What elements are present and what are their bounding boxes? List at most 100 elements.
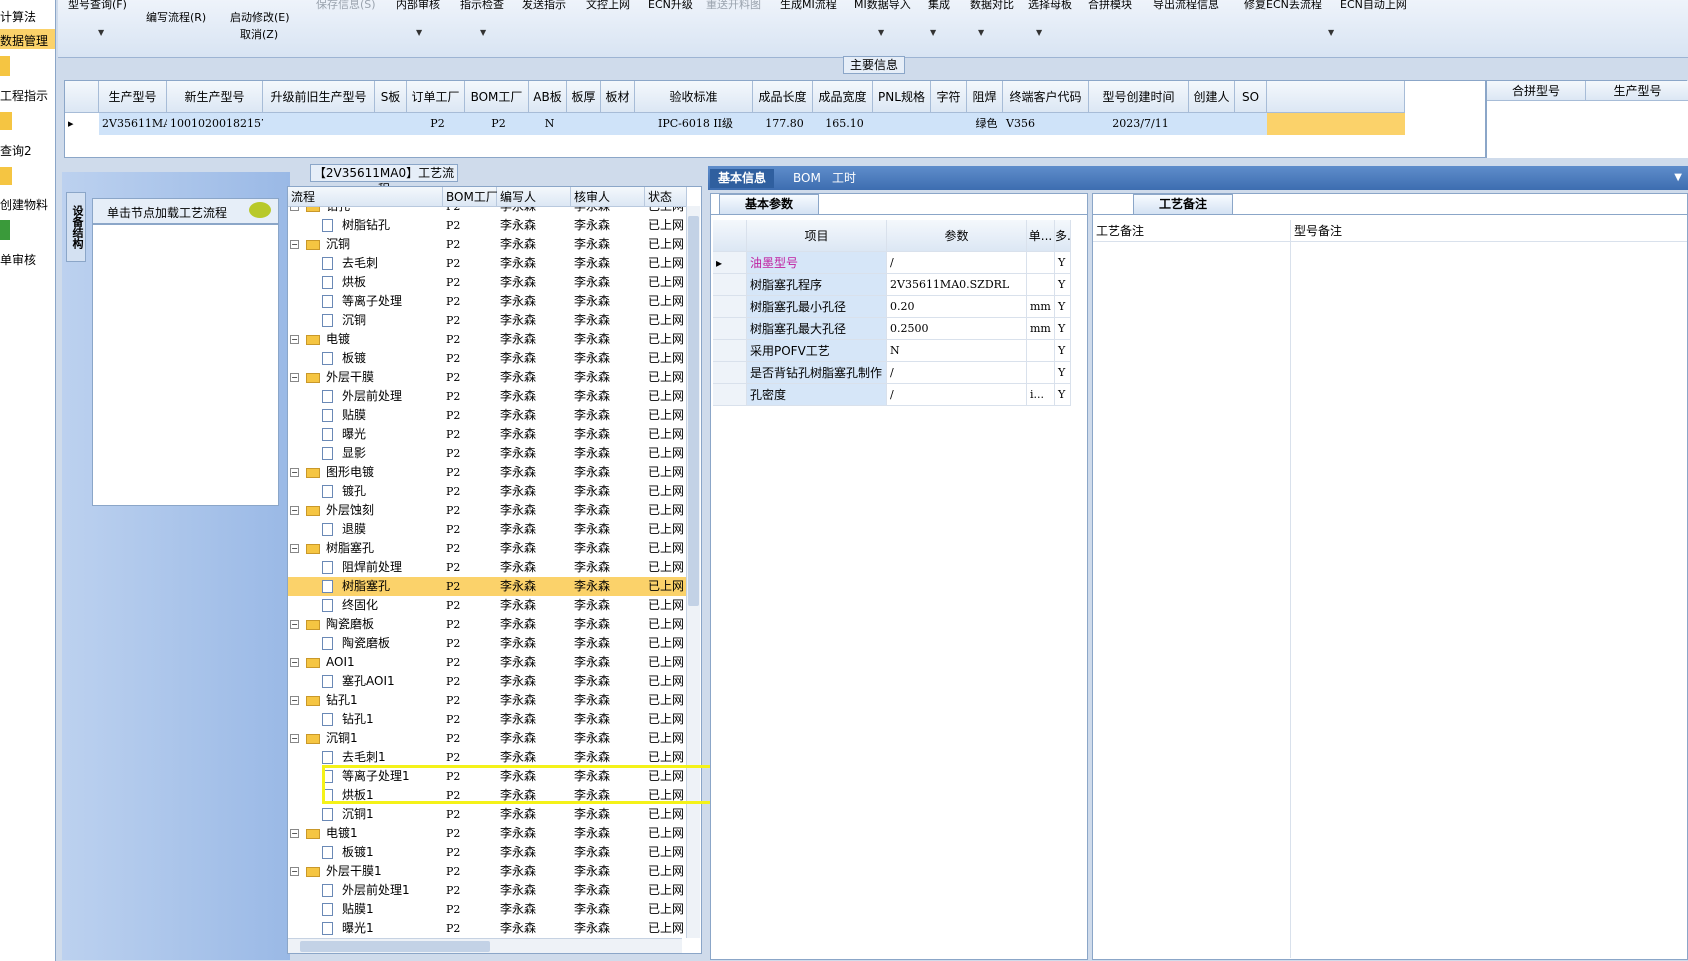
tree-row[interactable]: 贴膜1 P2 李永森 李永森 已上网: [288, 900, 688, 919]
tab-work-hours[interactable]: 工时: [824, 169, 864, 188]
param-value[interactable]: /: [887, 362, 1027, 384]
tree-row[interactable]: − 陶瓷磨板 P2 李永森 李永森 已上网: [288, 615, 688, 634]
param-value[interactable]: N: [887, 340, 1027, 362]
tree-row[interactable]: 外层前处理1 P2 李永森 李永森 已上网: [288, 881, 688, 900]
chevron-down-icon[interactable]: ▼: [1674, 172, 1682, 183]
tree-row[interactable]: 终固化 P2 李永森 李永森 已上网: [288, 596, 688, 615]
chevron-down-icon[interactable]: ▼: [1328, 28, 1334, 37]
table-cell[interactable]: 2023/7/11: [1089, 113, 1189, 135]
table-cell[interactable]: [263, 113, 375, 135]
tree-vertical-scrollbar[interactable]: [686, 206, 700, 938]
tree-row[interactable]: 板镀 P2 李永森 李永森 已上网: [288, 349, 688, 368]
tree-row[interactable]: − 沉铜1 P2 李永森 李永森 已上网: [288, 729, 688, 748]
col-header[interactable]: S板: [375, 81, 407, 113]
tree-row[interactable]: 去毛刺 P2 李永森 李永森 已上网: [288, 254, 688, 273]
tree-row[interactable]: 镀孔 P2 李永森 李永森 已上网: [288, 482, 688, 501]
tree-row[interactable]: 陶瓷磨板 P2 李永森 李永森 已上网: [288, 634, 688, 653]
table-cell[interactable]: P2: [465, 113, 529, 135]
ecn-auto-online-button[interactable]: ECN自动上网: [1340, 0, 1407, 12]
expand-toggle-icon[interactable]: −: [290, 463, 299, 482]
table-cell[interactable]: N: [529, 113, 567, 135]
param-value[interactable]: /: [887, 384, 1027, 406]
col-header[interactable]: 板厚: [567, 81, 601, 113]
table-cell[interactable]: 2V35611MA0: [99, 113, 167, 135]
tree-row[interactable]: − 图形电镀 P2 李永森 李永森 已上网: [288, 463, 688, 482]
start-edit-button[interactable]: 启动修改(E): [230, 9, 290, 25]
tree-row[interactable]: − 钻孔1 P2 李永森 李永森 已上网: [288, 691, 688, 710]
tree-row[interactable]: 沉铜1 P2 李永森 李永森 已上网: [288, 805, 688, 824]
col-header[interactable]: AB板: [529, 81, 567, 113]
expand-toggle-icon[interactable]: −: [290, 368, 299, 387]
table-cell[interactable]: [931, 113, 967, 135]
tree-row[interactable]: 曝光 P2 李永森 李永森 已上网: [288, 425, 688, 444]
col-header[interactable]: 合拼型号: [1487, 81, 1586, 101]
model-remark-textarea[interactable]: [1291, 242, 1687, 958]
tree-row[interactable]: − 树脂塞孔 P2 李永森 李永森 已上网: [288, 539, 688, 558]
integrate-button[interactable]: 集成: [928, 0, 950, 12]
table-cell[interactable]: [1235, 113, 1267, 135]
param-value[interactable]: /: [887, 252, 1027, 274]
tree-row[interactable]: − 电镀 P2 李永森 李永森 已上网: [288, 330, 688, 349]
params-tab[interactable]: 基本参数: [719, 194, 819, 214]
tree-row[interactable]: 阻焊前处理 P2 李永森 李永森 已上网: [288, 558, 688, 577]
equipment-tree-area[interactable]: [92, 224, 279, 506]
tree-row[interactable]: 曝光1 P2 李永森 李永森 已上网: [288, 919, 688, 937]
mother-board-button[interactable]: 选择母板: [1028, 0, 1072, 12]
equipment-tab[interactable]: 设备结构: [66, 192, 86, 262]
chevron-down-icon[interactable]: ▼: [98, 28, 104, 37]
table-cell[interactable]: 绿色: [967, 113, 1003, 135]
expand-toggle-icon[interactable]: −: [290, 862, 299, 881]
compare-button[interactable]: 数据对比: [970, 0, 1014, 12]
gen-mi-button[interactable]: 生成MI流程: [780, 0, 837, 12]
save-button[interactable]: 保存信息(S): [316, 0, 376, 12]
tree-row[interactable]: − 外层蚀刻 P2 李永森 李永森 已上网: [288, 501, 688, 520]
col-header[interactable]: 参数: [887, 220, 1027, 252]
table-cell[interactable]: [375, 113, 407, 135]
tree-row[interactable]: 树脂钻孔 P2 李永森 李永森 已上网: [288, 216, 688, 235]
nav-item-audit[interactable]: 单审核: [0, 251, 36, 268]
nav-item-calc[interactable]: 计算法: [0, 8, 36, 25]
expand-toggle-icon[interactable]: −: [290, 824, 299, 843]
nav-item-query[interactable]: 查询2: [0, 142, 32, 159]
doc-online-button[interactable]: 文控上网: [586, 0, 630, 12]
col-header[interactable]: PNL规格: [873, 81, 931, 113]
table-cell[interactable]: V356: [1003, 113, 1089, 135]
col-header[interactable]: 单...: [1027, 220, 1055, 252]
tree-row[interactable]: 等离子处理 P2 李永森 李永森 已上网: [288, 292, 688, 311]
expand-toggle-icon[interactable]: −: [290, 615, 299, 634]
col-header[interactable]: 多...: [1055, 220, 1071, 252]
table-cell[interactable]: 177.80: [753, 113, 813, 135]
nav-item-material[interactable]: 创建物料: [0, 196, 48, 213]
param-value[interactable]: 0.20: [887, 296, 1027, 318]
expand-toggle-icon[interactable]: −: [290, 539, 299, 558]
internal-audit-button[interactable]: 内部审核: [396, 0, 440, 12]
col-header[interactable]: 字符: [931, 81, 967, 113]
tree-row[interactable]: 退膜 P2 李永森 李永森 已上网: [288, 520, 688, 539]
col-header[interactable]: 生产型号: [1586, 81, 1688, 101]
col-header[interactable]: 创建人: [1189, 81, 1235, 113]
col-header[interactable]: 升级前旧生产型号: [263, 81, 375, 113]
remark-tab[interactable]: 工艺备注: [1133, 194, 1233, 214]
col-header[interactable]: 终端客户代码: [1003, 81, 1089, 113]
param-value[interactable]: 2V35611MA0.SZDRL: [887, 274, 1027, 296]
scroll-thumb[interactable]: [688, 216, 699, 606]
tree-row[interactable]: −钻孔P2李永森李永森已上网: [288, 207, 688, 216]
ecn-upgrade-button[interactable]: ECN升级: [648, 0, 693, 12]
tree-row[interactable]: − 外层干膜 P2 李永森 李永森 已上网: [288, 368, 688, 387]
col-header[interactable]: 生产型号: [99, 81, 167, 113]
chevron-down-icon[interactable]: ▼: [930, 28, 936, 37]
table-cell[interactable]: [567, 113, 601, 135]
table-cell-empty[interactable]: [1267, 113, 1405, 135]
tree-row[interactable]: − 外层干膜1 P2 李永森 李永森 已上网: [288, 862, 688, 881]
tree-row[interactable]: − 沉铜 P2 李永森 李永森 已上网: [288, 235, 688, 254]
export-flow-button[interactable]: 导出流程信息: [1153, 0, 1219, 12]
tree-row[interactable]: 贴膜 P2 李永森 李永森 已上网: [288, 406, 688, 425]
expand-toggle-icon[interactable]: −: [290, 653, 299, 672]
chevron-down-icon[interactable]: ▼: [878, 28, 884, 37]
tree-row[interactable]: 板镀1 P2 李永森 李永森 已上网: [288, 843, 688, 862]
col-header[interactable]: 订单工厂: [407, 81, 465, 113]
table-cell[interactable]: [601, 113, 635, 135]
col-header[interactable]: 状态: [645, 187, 687, 207]
tree-row[interactable]: 显影 P2 李永森 李永森 已上网: [288, 444, 688, 463]
table-cell[interactable]: 10010200182157: [167, 113, 263, 135]
